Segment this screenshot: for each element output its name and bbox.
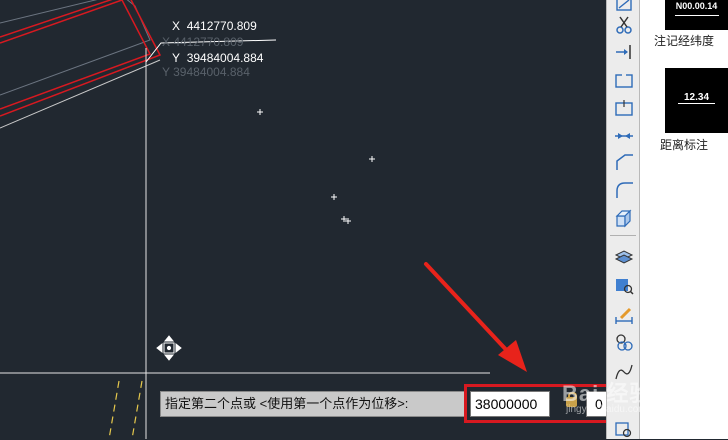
point-marker xyxy=(257,109,263,115)
join-icon[interactable] xyxy=(613,126,635,146)
distance-annotation-label[interactable]: 距离标注 xyxy=(640,136,728,153)
fillet-icon[interactable] xyxy=(613,180,635,200)
scale-icon[interactable] xyxy=(613,0,635,14)
thumb-underline xyxy=(674,15,719,16)
displacement-input[interactable]: 38000000 xyxy=(470,391,550,417)
distance-annotation-thumbnail[interactable]: 12.34 xyxy=(665,68,728,133)
point-marker xyxy=(341,216,351,224)
move-cursor-icon xyxy=(156,335,182,361)
chamfer-icon[interactable] xyxy=(613,152,635,172)
annotation-arrow xyxy=(424,262,527,372)
coord-y-value: 39484004.884 xyxy=(186,51,264,65)
dashed-line-yellow-a xyxy=(108,380,120,439)
coord-x-readout: X 4412770.809 xyxy=(172,19,257,33)
extend-icon[interactable] xyxy=(613,42,635,62)
coord-y-ghost: Y 39484004.884 xyxy=(162,65,250,79)
coord-x-ghost: X 4412770.809 xyxy=(162,35,244,49)
coord-y-readout: Y 39484004.884 xyxy=(172,51,263,65)
break-at-point-icon[interactable] xyxy=(613,98,635,118)
command-prompt: 指定第二个点或 <使用第一个点作为位移>: xyxy=(160,391,465,417)
coord-x-label: X xyxy=(172,19,181,33)
lat-lon-thumb-text: N00.00.14 xyxy=(675,1,718,11)
toolbar-separator xyxy=(610,235,636,236)
lat-lon-annotation-thumbnail[interactable]: N00.00.14 xyxy=(665,0,728,30)
modify-toolbar xyxy=(606,0,640,439)
coord-x-value: 4412770.809 xyxy=(186,19,257,33)
annotation-panel: N00.00.14 注记经纬度 12.34 距离标注 xyxy=(640,0,728,439)
layers-icon[interactable] xyxy=(613,247,635,267)
distance-thumb-text: 12.34 xyxy=(677,92,716,104)
baidu-watermark-url: jingyan.baidu.com xyxy=(566,404,647,415)
boundary-white-diagonal xyxy=(0,59,161,129)
zoom-window-icon[interactable] xyxy=(613,420,635,440)
dashed-line-yellow-b xyxy=(131,380,143,439)
rings-icon[interactable] xyxy=(613,332,635,352)
lat-lon-annotation-label[interactable]: 注记经纬度 xyxy=(640,32,728,49)
coord-y-label: Y xyxy=(172,51,181,65)
point-marker xyxy=(369,156,375,162)
boundary-red-inner xyxy=(0,0,152,110)
zoom-3d-icon[interactable] xyxy=(613,275,635,295)
pencil-measure-icon[interactable] xyxy=(613,305,635,325)
break-icon[interactable] xyxy=(613,70,635,90)
point-marker xyxy=(331,194,337,200)
scissors-icon[interactable] xyxy=(613,15,635,35)
box-3d-icon[interactable] xyxy=(613,208,635,228)
